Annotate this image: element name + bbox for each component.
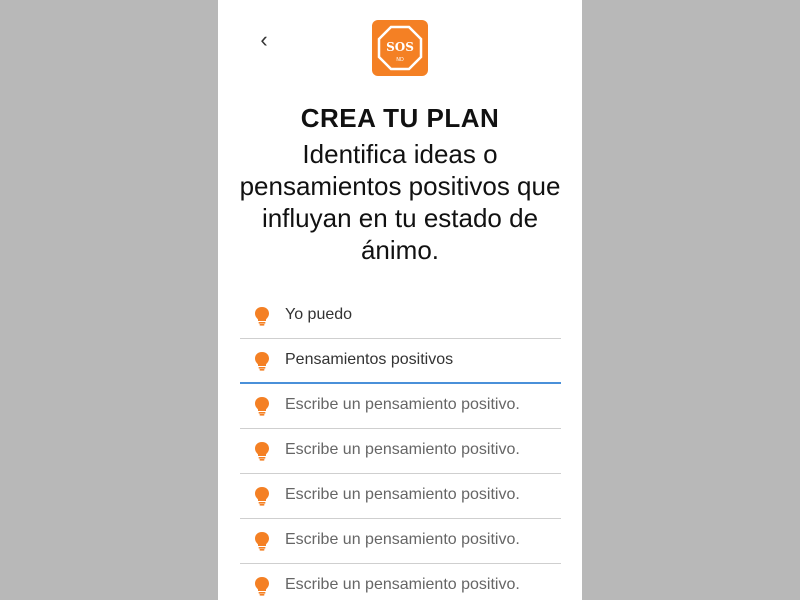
thought-input[interactable] <box>285 347 555 373</box>
lightbulb-icon <box>255 307 269 326</box>
logo-text: SOS <box>386 40 414 54</box>
thought-input[interactable] <box>285 437 555 463</box>
thought-row <box>240 339 561 384</box>
thought-input[interactable] <box>285 392 555 418</box>
logo-subtext: ND <box>396 57 404 63</box>
app-screen: ‹ SOS ND CREA TU PLAN Identifica ideas o… <box>218 0 582 600</box>
lightbulb-icon <box>255 442 269 461</box>
thought-row <box>240 384 561 429</box>
thought-list <box>240 294 561 600</box>
thought-input[interactable] <box>285 572 555 598</box>
thought-input[interactable] <box>285 482 555 508</box>
thought-row <box>240 519 561 564</box>
thought-row <box>240 474 561 519</box>
stop-sign-icon: SOS ND <box>377 25 423 71</box>
page-title: CREA TU PLAN <box>300 103 500 133</box>
lightbulb-icon <box>255 487 269 506</box>
app-logo: SOS ND <box>372 20 428 76</box>
thought-row <box>240 429 561 474</box>
page-subtitle: Identifica ideas o pensamientos positivo… <box>239 139 561 265</box>
lightbulb-icon <box>255 577 269 596</box>
thought-row <box>240 564 561 600</box>
thought-input[interactable] <box>285 302 555 328</box>
thought-row <box>240 294 561 339</box>
lightbulb-icon <box>255 397 269 416</box>
chevron-left-icon: ‹ <box>260 27 268 52</box>
thought-input[interactable] <box>285 527 555 553</box>
lightbulb-icon <box>255 532 269 551</box>
back-button[interactable]: ‹ <box>254 28 274 52</box>
lightbulb-icon <box>255 352 269 371</box>
